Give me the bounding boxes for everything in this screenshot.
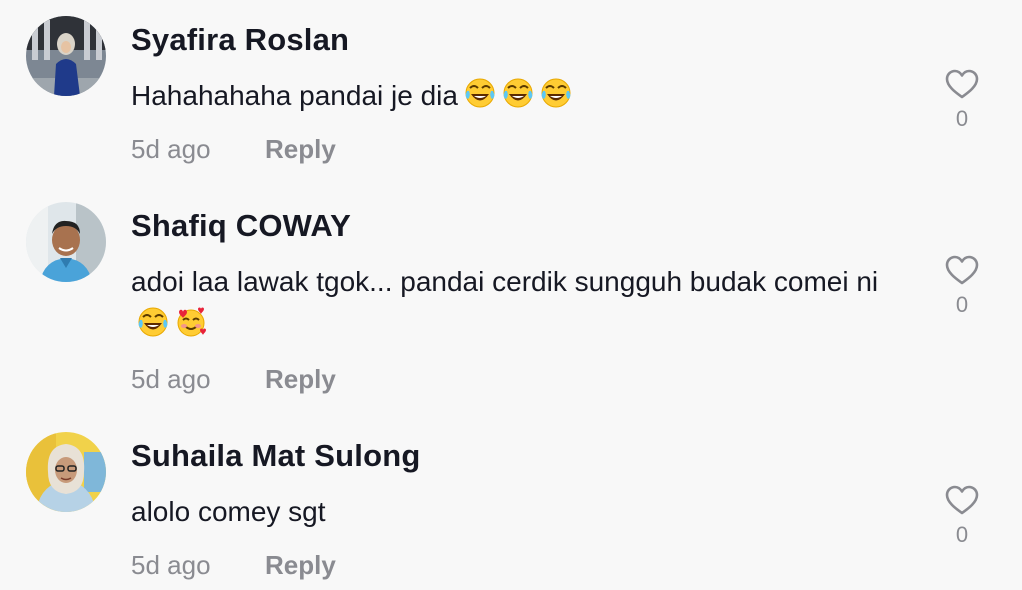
comment-text: alolo comey sgt bbox=[131, 496, 326, 527]
comment-timestamp: 5d ago bbox=[131, 364, 211, 394]
like-button[interactable]: 0 bbox=[940, 68, 984, 132]
avatar[interactable] bbox=[26, 432, 106, 512]
heart-outline-icon bbox=[945, 255, 979, 285]
comment-text-block: Hahahahaha pandai je dia bbox=[131, 74, 891, 117]
reply-button[interactable]: Reply bbox=[265, 364, 336, 395]
comment-username[interactable]: Suhaila Mat Sulong bbox=[131, 438, 421, 474]
like-count: 0 bbox=[955, 292, 969, 317]
avatar[interactable] bbox=[26, 202, 106, 282]
comment-timestamp: 5d ago bbox=[131, 134, 211, 164]
heart-outline-icon bbox=[945, 485, 979, 515]
face-with-tears-of-joy-icon bbox=[540, 77, 572, 109]
avatar[interactable] bbox=[26, 16, 106, 96]
heart-outline-icon bbox=[945, 69, 979, 99]
comment-username[interactable]: Syafira Roslan bbox=[131, 22, 349, 58]
comment-meta: 5d ago Reply bbox=[131, 134, 336, 165]
like-button[interactable]: 0 bbox=[940, 484, 984, 548]
like-count: 0 bbox=[955, 106, 969, 131]
smiling-face-with-hearts-icon bbox=[175, 306, 207, 338]
like-button[interactable]: 0 bbox=[940, 254, 984, 318]
comment-meta: 5d ago Reply bbox=[131, 364, 336, 395]
comment-meta: 5d ago Reply bbox=[131, 550, 336, 581]
reply-button[interactable]: Reply bbox=[265, 134, 336, 165]
comment-item: Syafira Roslan Hahahahaha pandai je dia … bbox=[0, 0, 1022, 180]
comment-text: Hahahahaha pandai je dia bbox=[131, 80, 458, 111]
comment-text: adoi laa lawak tgok... pandai cerdik sun… bbox=[131, 266, 879, 297]
comment-text-block: alolo comey sgt bbox=[131, 490, 891, 533]
comment-timestamp: 5d ago bbox=[131, 550, 211, 580]
comment-item: Suhaila Mat Sulong alolo comey sgt 5d ag… bbox=[0, 410, 1022, 590]
face-with-tears-of-joy-icon bbox=[464, 77, 496, 109]
comment-list: Syafira Roslan Hahahahaha pandai je dia … bbox=[0, 0, 1022, 590]
comment-text-block: adoi laa lawak tgok... pandai cerdik sun… bbox=[131, 260, 891, 346]
comment-username[interactable]: Shafiq COWAY bbox=[131, 208, 351, 244]
face-with-tears-of-joy-icon bbox=[502, 77, 534, 109]
like-count: 0 bbox=[955, 522, 969, 547]
reply-button[interactable]: Reply bbox=[265, 550, 336, 581]
comment-item: Shafiq COWAY adoi laa lawak tgok... pand… bbox=[0, 180, 1022, 410]
face-with-tears-of-joy-icon bbox=[137, 306, 169, 338]
